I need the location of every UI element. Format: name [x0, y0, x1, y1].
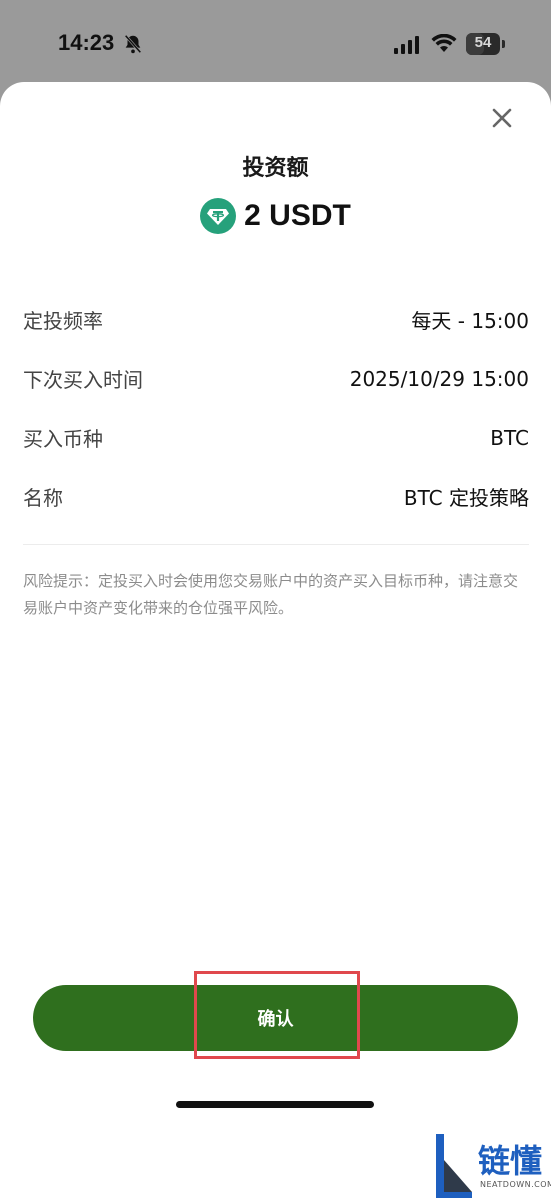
frequency-label: 定投频率 — [23, 309, 103, 333]
battery-indicator: 54 — [466, 33, 500, 55]
watermark-logo-icon — [436, 1134, 472, 1198]
investment-amount: 2 USDT — [0, 195, 551, 237]
coin-label: 买入币种 — [23, 427, 103, 451]
battery-percent: 54 — [474, 34, 492, 51]
amount-value: 2 USDT — [244, 199, 351, 232]
cellular-signal-icon — [394, 36, 419, 54]
bell-muted-icon — [124, 34, 142, 54]
sheet-title: 投资额 — [242, 156, 309, 181]
plan-details: 定投频率 每天 - 15:00 下次买入时间 2025/10/29 15:00 … — [23, 290, 529, 526]
watermark-subtext: NEATDOWN.COM — [480, 1180, 551, 1189]
wifi-icon — [431, 34, 457, 52]
frequency-value: 每天 - 15:00 — [411, 309, 529, 333]
detail-row-name: 名称 BTC 定投策略 — [23, 467, 529, 526]
detail-row-coin: 买入币种 BTC — [23, 408, 529, 467]
risk-warning: 风险提示：定投买入时会使用您交易账户中的资产买入目标币种，请注意交易账户中资产变… — [23, 572, 519, 617]
status-time: 14:23 — [58, 30, 115, 55]
next-buy-value: 2025/10/29 15:00 — [349, 366, 529, 391]
name-value: BTC 定投策略 — [403, 486, 529, 510]
next-buy-label: 下次买入时间 — [23, 368, 143, 392]
battery-tip — [502, 40, 505, 48]
detail-row-frequency: 定投频率 每天 - 15:00 — [23, 290, 529, 349]
detail-row-next-buy: 下次买入时间 2025/10/29 15:00 — [23, 349, 529, 408]
close-icon[interactable] — [484, 100, 520, 136]
watermark-text: 链懂 — [478, 1142, 543, 1180]
coin-value: BTC — [490, 425, 529, 450]
divider — [23, 544, 529, 545]
usdt-tether-icon — [200, 198, 237, 234]
status-bar: 14:23 54 — [0, 0, 551, 82]
watermark: 链懂 NEATDOWN.COM — [432, 1130, 551, 1200]
confirm-button[interactable]: 确认 — [33, 985, 518, 1051]
name-label: 名称 — [23, 486, 63, 510]
home-indicator — [176, 1101, 374, 1108]
